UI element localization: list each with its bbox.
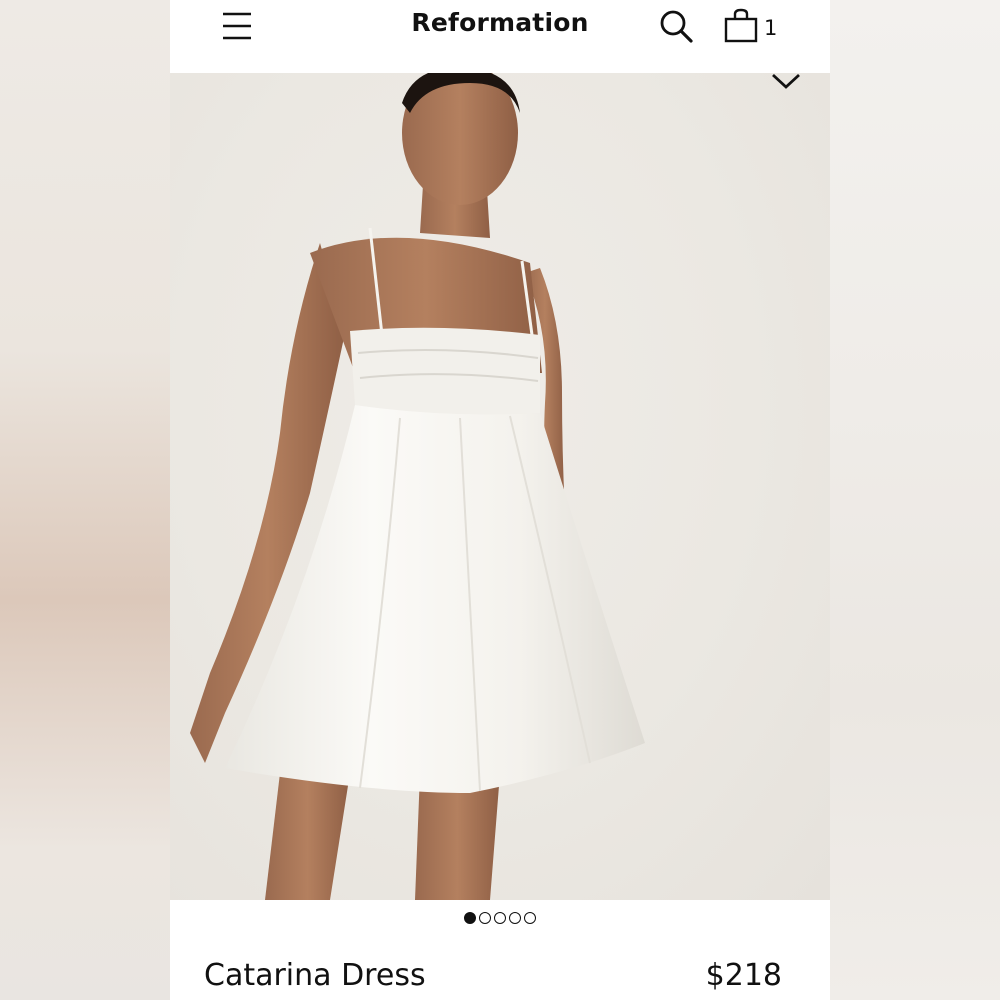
shopping-bag-button[interactable]: 1: [724, 8, 780, 44]
hamburger-menu-icon[interactable]: [222, 10, 252, 40]
search-icon[interactable]: [658, 8, 694, 44]
chevron-down-icon[interactable]: [770, 73, 802, 91]
model-photo: [190, 73, 645, 900]
product-price: $218: [705, 958, 782, 993]
right-background-blur: [830, 0, 1000, 1000]
shopping-bag-icon: [724, 8, 758, 43]
left-background-blur: [0, 0, 170, 1000]
image-pagination: [170, 912, 830, 930]
bag-item-count: 1: [764, 16, 778, 40]
pagination-dot-4[interactable]: [509, 912, 521, 924]
product-image[interactable]: [170, 73, 830, 900]
pagination-dot-2[interactable]: [479, 912, 491, 924]
product-name: Catarina Dress: [204, 958, 426, 993]
pagination-dot-5[interactable]: [524, 912, 536, 924]
pagination-dot-1[interactable]: [464, 912, 476, 924]
pagination-dot-3[interactable]: [494, 912, 506, 924]
top-navigation-bar: Reformation 1: [170, 0, 830, 73]
mobile-screen: Reformation 1 Catarina Dress $218: [170, 0, 830, 1000]
